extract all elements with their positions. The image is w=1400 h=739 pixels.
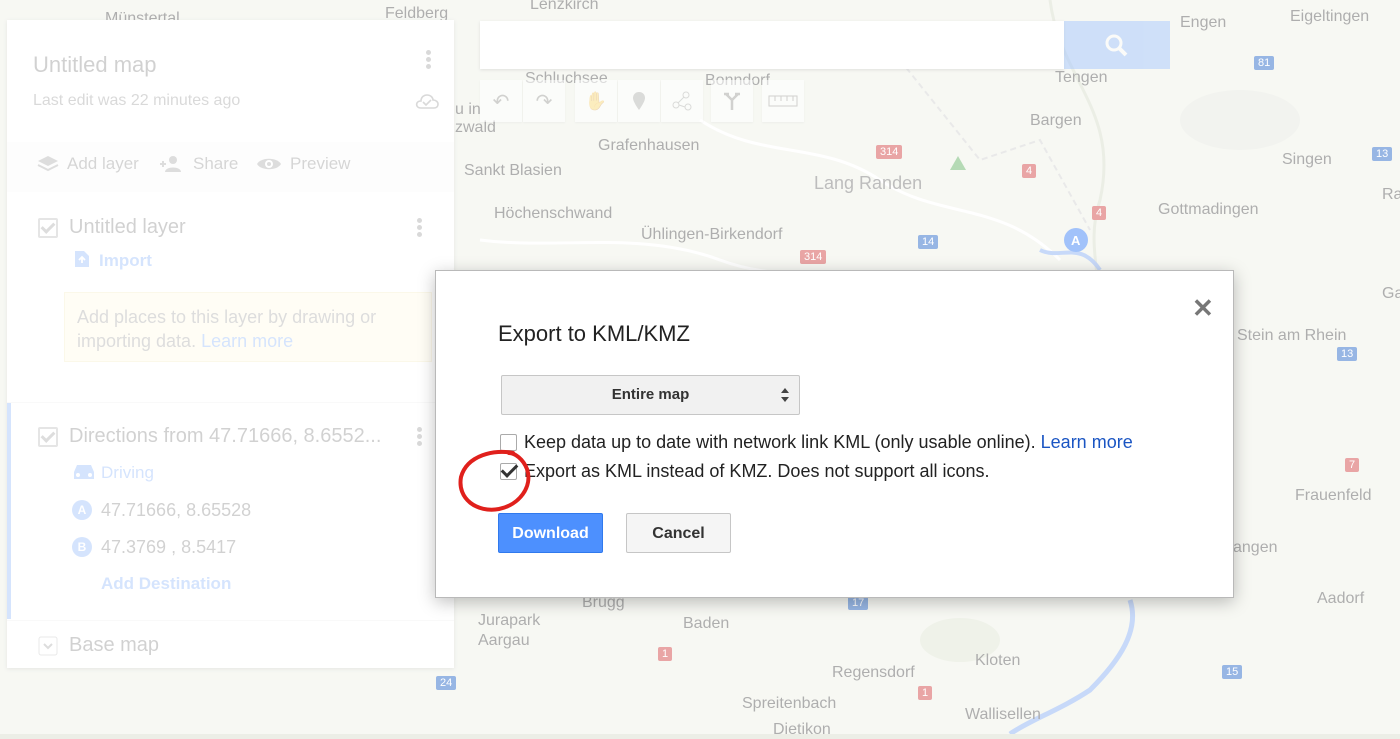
select-arrows-icon: [781, 388, 789, 402]
export-scope-value: Entire map: [611, 386, 690, 403]
export-kml-dialog: ✕ Export to KML/KMZ Entire map Keep data…: [435, 270, 1234, 598]
dialog-title: Export to KML/KMZ: [498, 321, 690, 346]
export-as-kml-label: Export as KML instead of KMZ. Does not s…: [524, 461, 990, 481]
learn-more-link[interactable]: Learn more: [1041, 432, 1133, 452]
close-icon[interactable]: ✕: [1192, 293, 1214, 324]
annotation-circle: [458, 449, 531, 512]
network-link-label: Keep data up to date with network link K…: [524, 432, 1133, 453]
network-link-text: Keep data up to date with network link K…: [524, 432, 1036, 452]
cancel-button[interactable]: Cancel: [626, 513, 731, 553]
export-scope-select[interactable]: Entire map: [501, 375, 800, 415]
